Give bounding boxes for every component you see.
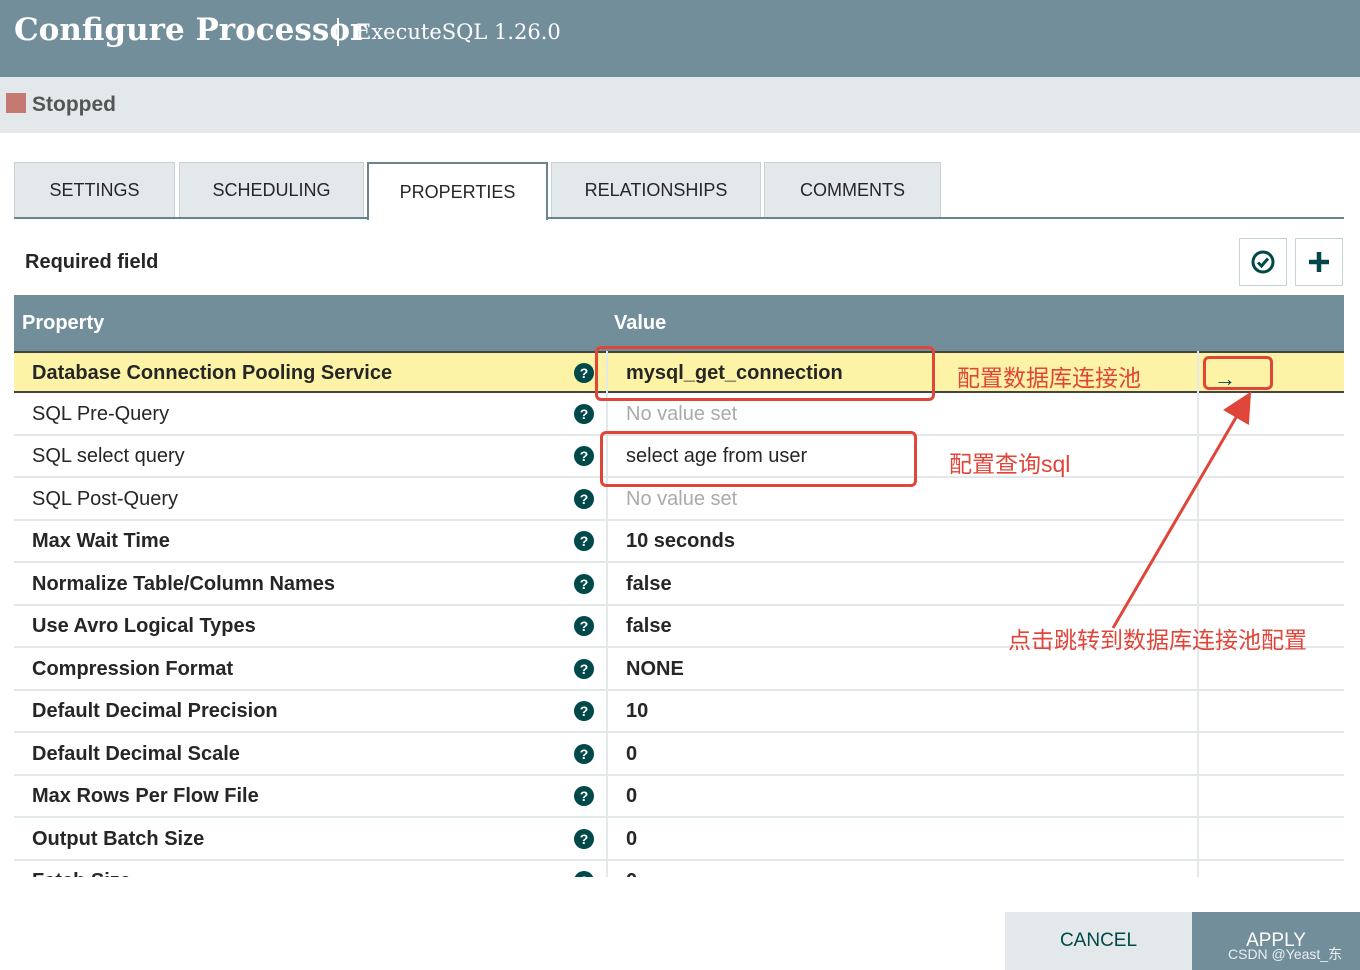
cancel-button[interactable]: CANCEL — [1005, 912, 1192, 970]
watermark: CSDN @Yeast_东 — [1228, 946, 1343, 962]
annotation-arrow — [1111, 391, 1252, 629]
tab-properties[interactable]: PROPERTIES — [367, 162, 548, 220]
tab-label: PROPERTIES — [399, 181, 516, 202]
